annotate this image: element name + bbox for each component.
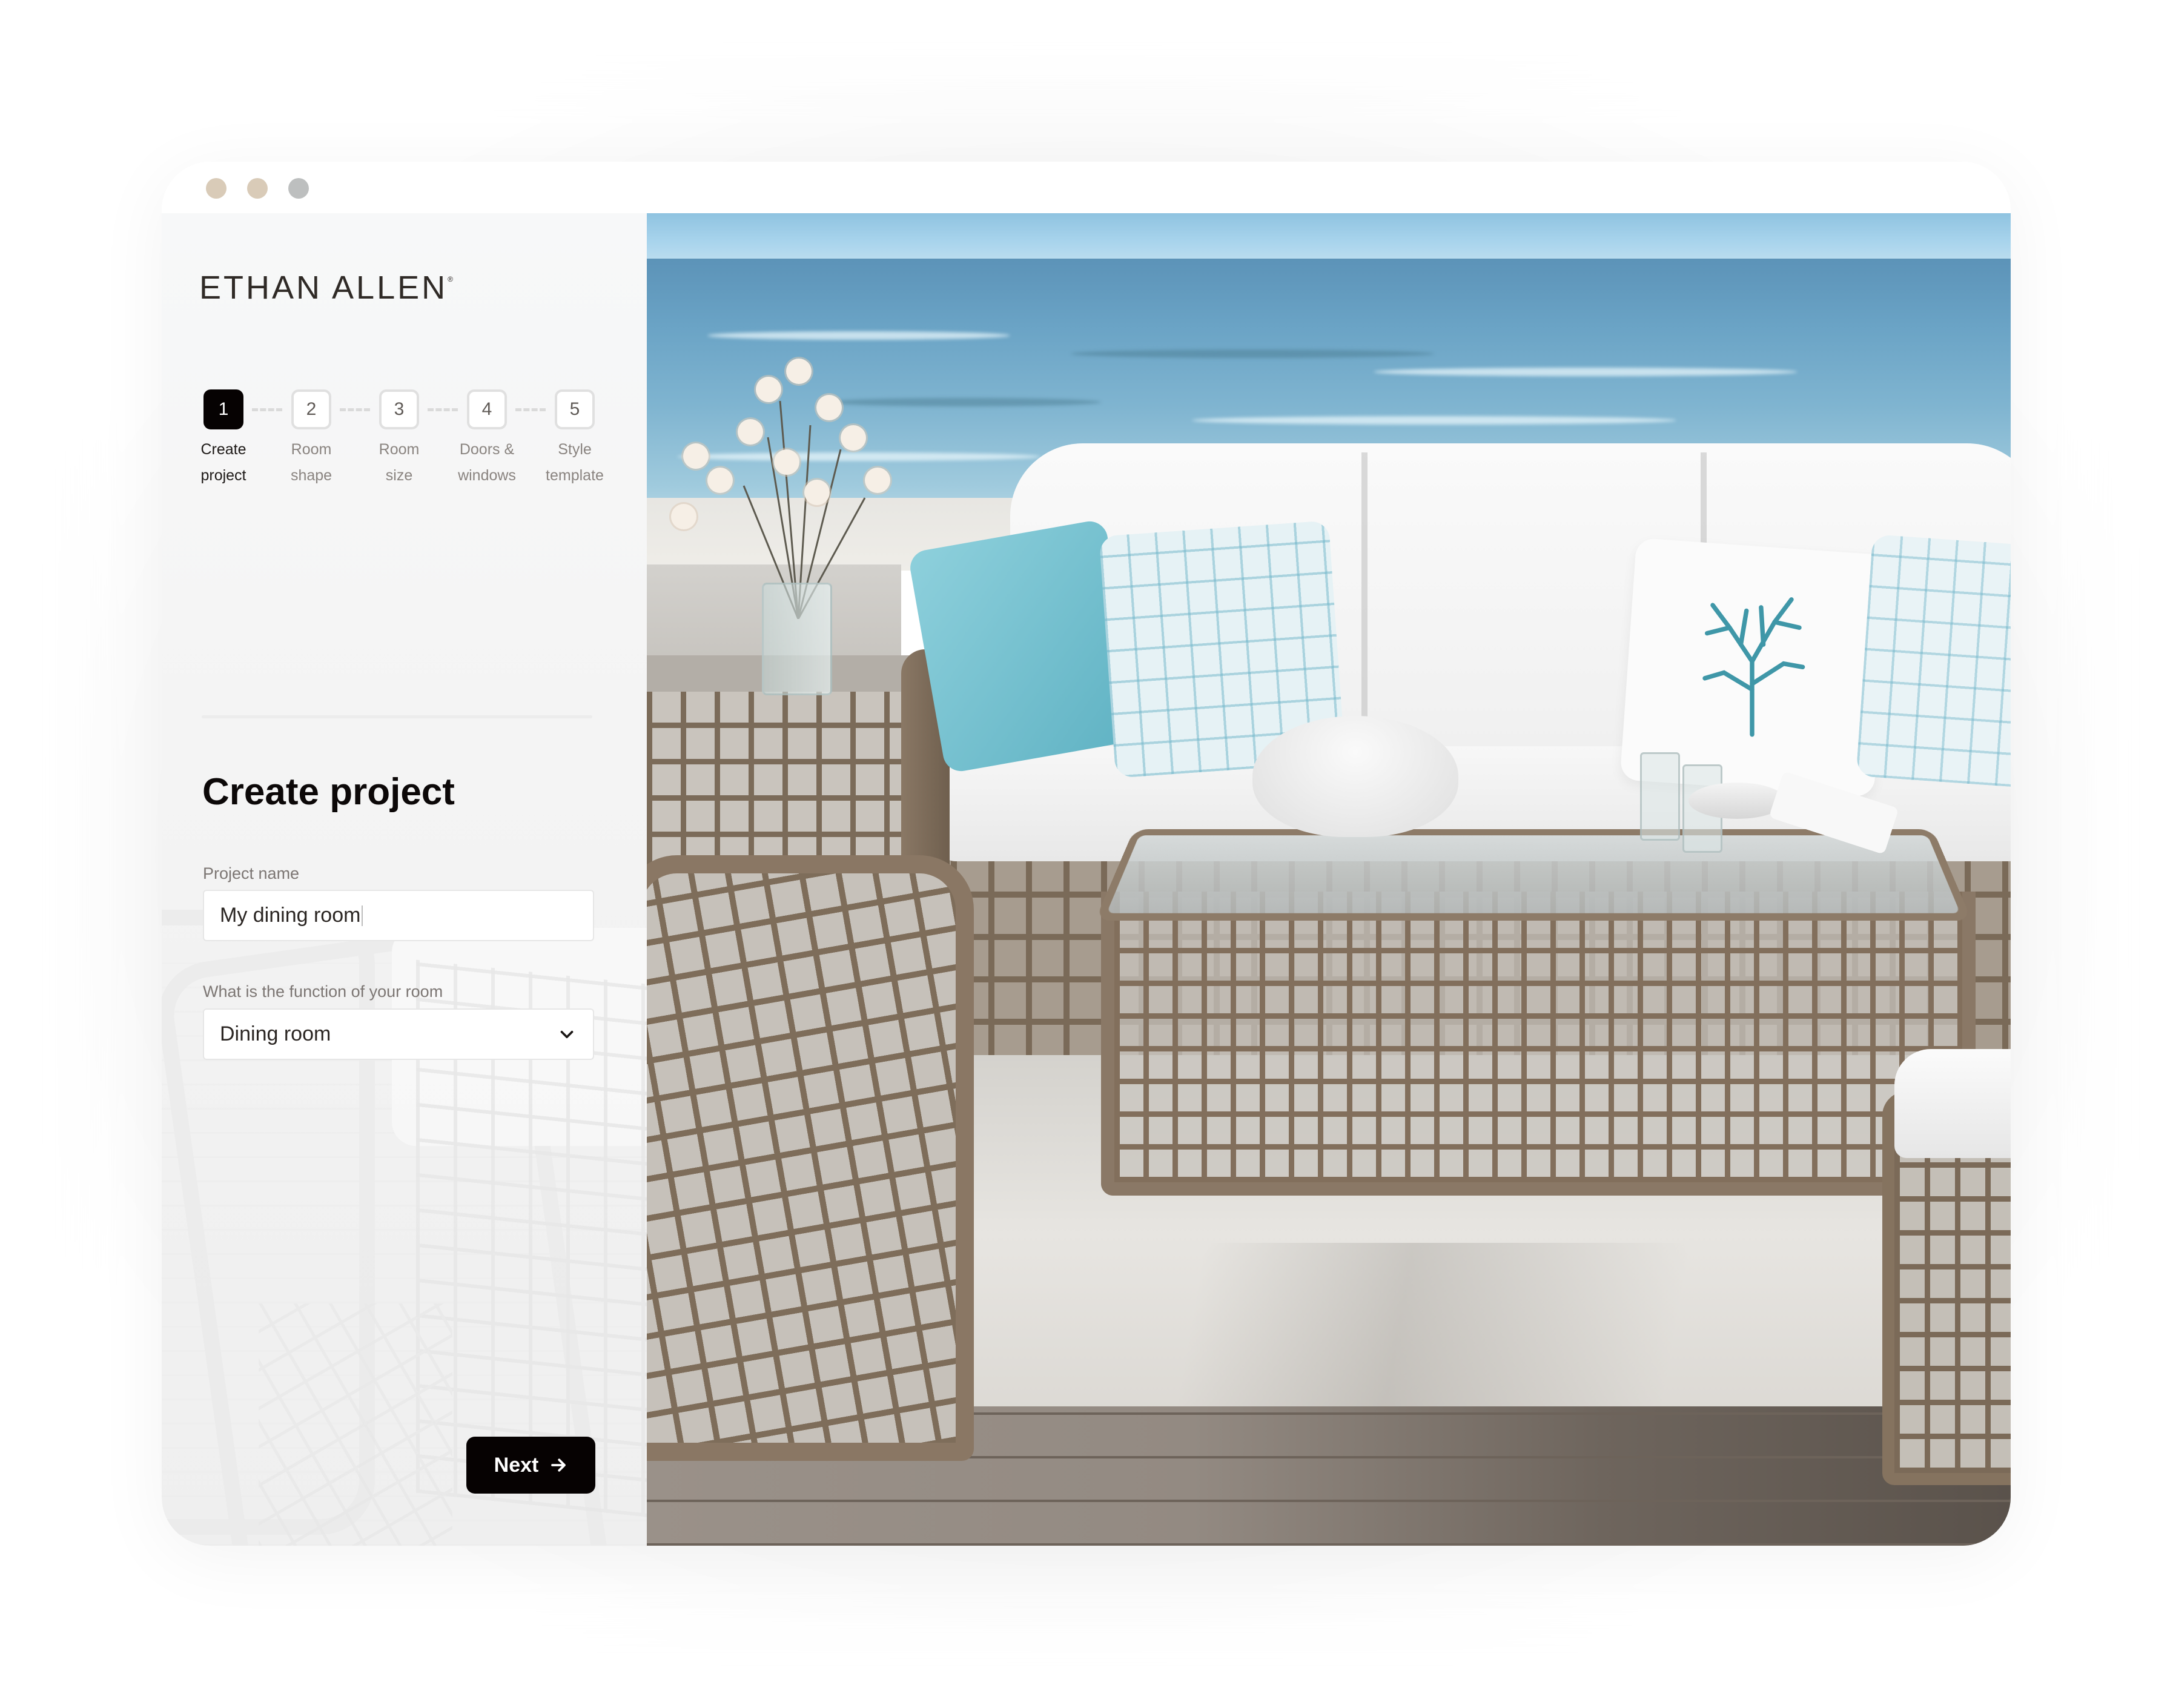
hero-photo	[647, 213, 2011, 1546]
chevron-down-icon	[560, 1030, 574, 1038]
step-label: Room size	[379, 441, 420, 484]
step-style-template[interactable]: 5 Style template	[538, 389, 611, 489]
step-label: Style template	[546, 441, 604, 484]
text-caret	[362, 905, 363, 926]
next-button[interactable]: Next	[466, 1437, 595, 1494]
section-divider	[202, 715, 592, 718]
app-window: ETHAN ALLEN® 1 Create project 2 Room sha…	[162, 162, 2011, 1546]
window-zoom-icon[interactable]	[288, 178, 309, 199]
step-room-size[interactable]: 3 Room size	[363, 389, 435, 489]
step-number-badge: 1	[203, 389, 243, 429]
room-function-value: Dining room	[220, 1022, 331, 1045]
arrow-right-icon	[551, 1458, 566, 1472]
window-close-icon[interactable]	[206, 178, 227, 199]
step-doors-windows[interactable]: 4 Doors & windows	[451, 389, 523, 489]
room-function-label: What is the function of your room	[203, 982, 443, 1001]
coral-motif-icon	[1702, 597, 1805, 737]
next-button-label: Next	[494, 1453, 539, 1477]
trademark-symbol: ®	[448, 275, 455, 283]
brand-logo[interactable]: ETHAN ALLEN®	[199, 269, 455, 306]
step-number-badge: 2	[291, 389, 331, 429]
step-label: Room shape	[290, 441, 332, 484]
window-minimize-icon[interactable]	[247, 178, 268, 199]
step-room-shape[interactable]: 2 Room shape	[275, 389, 348, 489]
photo-sky	[647, 213, 2011, 259]
project-name-input[interactable]: My dining room	[203, 890, 594, 941]
step-number-badge: 3	[379, 389, 419, 429]
wizard-panel: ETHAN ALLEN® 1 Create project 2 Room sha…	[162, 213, 647, 1546]
title-bar	[162, 162, 2011, 213]
photo-shell-bowl	[1252, 716, 1458, 837]
room-function-select[interactable]: Dining room	[203, 1008, 594, 1060]
photo-orchid-stems	[743, 400, 866, 619]
step-label: Create project	[200, 441, 246, 484]
photo-coffee-table	[1101, 892, 1976, 1196]
brand-logo-text: ETHAN ALLEN	[199, 270, 448, 306]
project-name-value: My dining room	[220, 904, 361, 927]
page-title: Create project	[202, 771, 455, 813]
step-create-project[interactable]: 1 Create project	[187, 389, 260, 489]
project-name-label: Project name	[203, 864, 300, 882]
photo-armchair	[647, 855, 974, 1461]
step-number-badge: 5	[555, 389, 595, 429]
step-label: Doors & windows	[458, 441, 516, 484]
photo-vase	[762, 583, 832, 695]
step-number-badge: 4	[467, 389, 507, 429]
progress-stepper: 1 Create project 2 Room shape 3 Room siz…	[200, 389, 626, 511]
